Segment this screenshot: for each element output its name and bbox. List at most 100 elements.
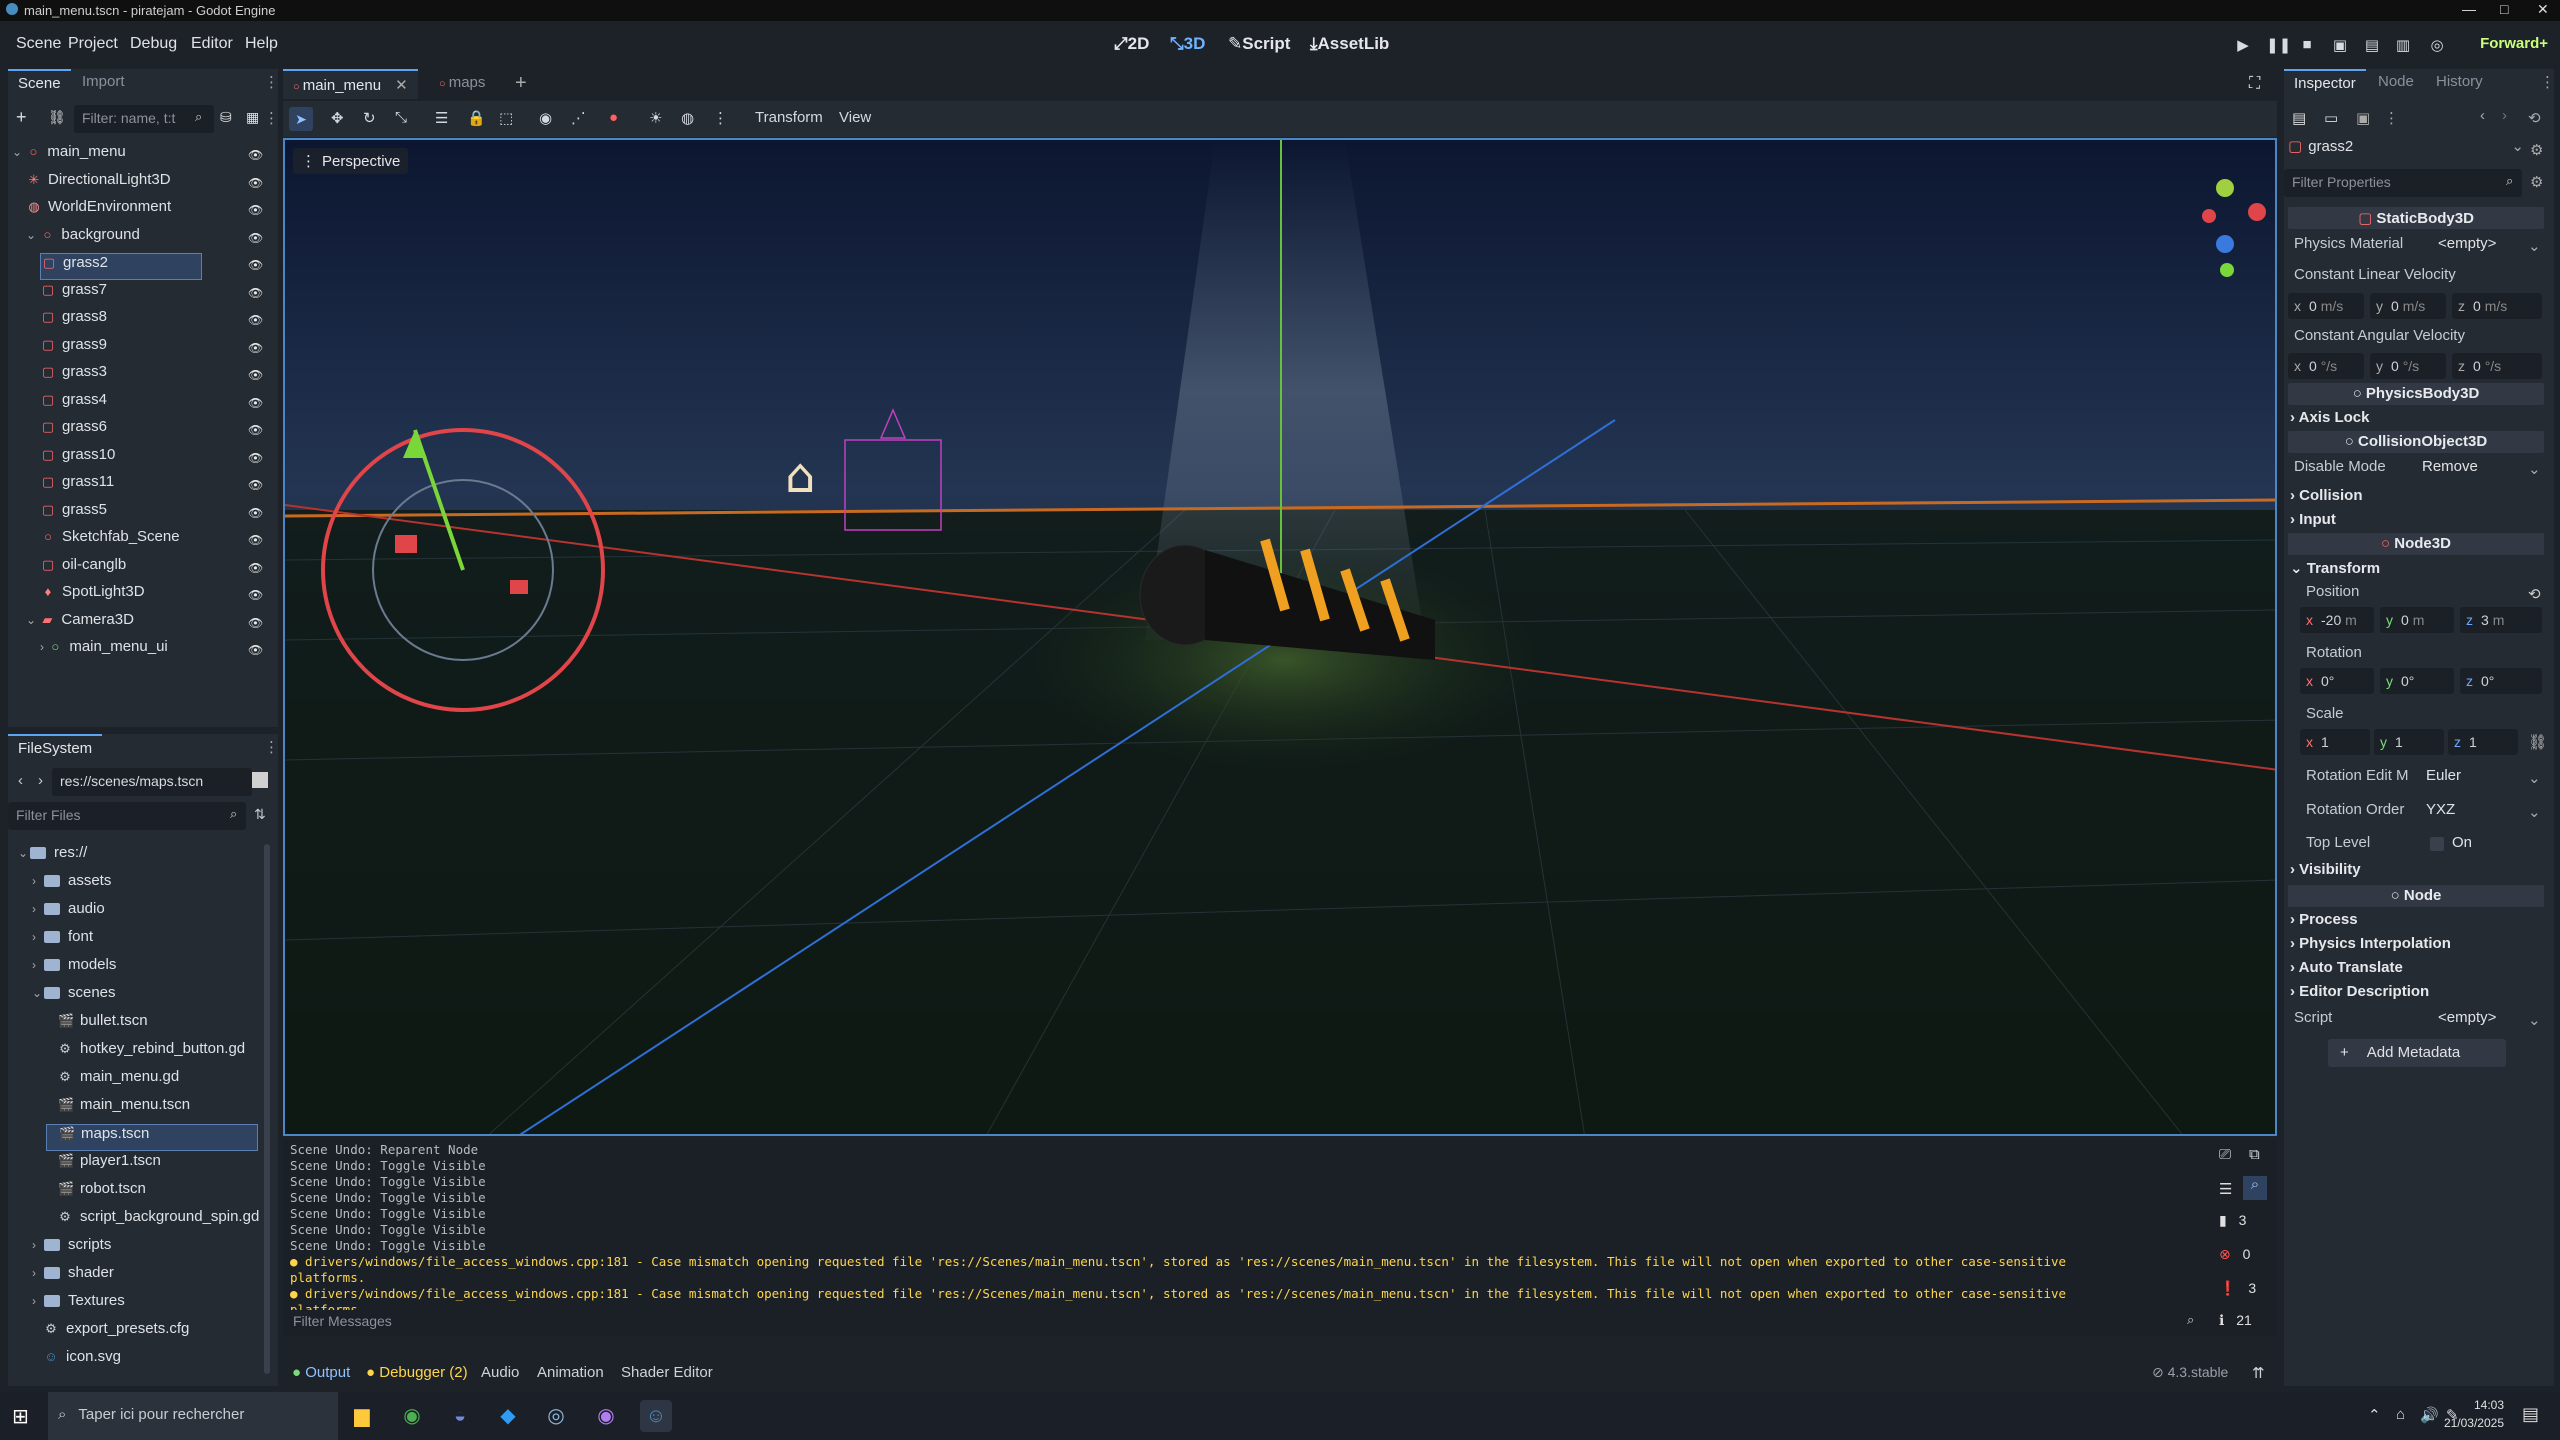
- scene-tree-item[interactable]: ▢ grass6: [40, 418, 270, 445]
- chevron-down-icon[interactable]: ⌄: [2528, 803, 2541, 821]
- section-staticbody3d[interactable]: ▢ StaticBody3D: [2288, 207, 2544, 229]
- fs-item[interactable]: › audio: [32, 900, 258, 927]
- fs-item[interactable]: › Textures: [32, 1292, 258, 1319]
- tab-scene[interactable]: Scene: [8, 69, 71, 95]
- tab-shader-editor[interactable]: Shader Editor: [621, 1364, 713, 1381]
- resource-menu-icon[interactable]: ⋮: [2384, 109, 2399, 127]
- rotation-edit-mode-select[interactable]: Euler: [2426, 767, 2461, 795]
- godot-taskbar-icon[interactable]: ☺: [640, 1400, 672, 1432]
- pause-icon[interactable]: ❚❚: [2266, 36, 2291, 54]
- chevron-down-icon[interactable]: ⌄: [2528, 237, 2541, 255]
- chevron-down-icon[interactable]: ⌄: [2528, 769, 2541, 787]
- fs-item[interactable]: ⚙ main_menu.gd: [46, 1068, 258, 1095]
- fs-item[interactable]: › scripts: [32, 1236, 258, 1263]
- fs-item[interactable]: ⌄ res://: [18, 844, 258, 871]
- stop-icon[interactable]: ■: [2298, 36, 2316, 54]
- history-back-icon[interactable]: ‹: [2480, 107, 2485, 124]
- scene-tree-item[interactable]: ✳ DirectionalLight3D: [26, 171, 270, 198]
- scene-tree-item[interactable]: › ○ main_menu_ui: [40, 638, 270, 665]
- filter-properties-input[interactable]: Filter Properties: [2284, 169, 2522, 197]
- visibility-eye-icon[interactable]: 👁: [248, 203, 263, 217]
- renderer-selector[interactable]: Forward+: [2480, 35, 2548, 52]
- scene-filter-input[interactable]: Filter: name, t:t: [74, 105, 214, 133]
- linear-y-field[interactable]: y0 m/s: [2370, 293, 2446, 319]
- section-node[interactable]: ○ Node: [2288, 885, 2544, 907]
- file-explorer-icon[interactable]: ▆: [346, 1400, 378, 1432]
- scene-menu-icon[interactable]: ⋮: [264, 109, 279, 127]
- menu-help[interactable]: Help: [245, 35, 278, 53]
- error-filter-button[interactable]: ⊗ 0: [2219, 1246, 2250, 1263]
- category-auto-translate[interactable]: › Auto Translate: [2290, 959, 2403, 976]
- section-collisionobject3d[interactable]: ○ CollisionObject3D: [2288, 431, 2544, 453]
- group-icon[interactable]: ⬚: [499, 109, 513, 127]
- clock-time[interactable]: 14:03: [2440, 1398, 2504, 1412]
- scene-tree-item[interactable]: ▢ grass8: [40, 308, 270, 335]
- scene-tree-item[interactable]: ▢ grass9: [40, 336, 270, 363]
- category-collision[interactable]: › Collision: [2290, 487, 2363, 504]
- position-y-field[interactable]: y0 m: [2380, 607, 2454, 633]
- scene-tree-item[interactable]: ♦ SpotLight3D: [40, 583, 270, 610]
- fs-item[interactable]: ⚙ hotkey_rebind_button.gd: [46, 1040, 258, 1067]
- dock-menu-icon[interactable]: ⋮: [264, 73, 279, 91]
- link-icon[interactable]: ⛓: [48, 109, 66, 126]
- fs-item[interactable]: 🎬 maps.tscn: [46, 1124, 258, 1151]
- fs-path-field[interactable]: res://scenes/maps.tscn: [52, 768, 252, 796]
- visibility-eye-icon[interactable]: 👁: [248, 643, 263, 657]
- section-physicsbody3d[interactable]: ○ PhysicsBody3D: [2288, 383, 2544, 405]
- perspective-menu[interactable]: ⋮ Perspective: [293, 148, 409, 174]
- sort-icon[interactable]: ⇅: [254, 806, 266, 823]
- environment-preview-icon[interactable]: ◍: [681, 109, 694, 127]
- tab-audio[interactable]: Audio: [481, 1364, 519, 1381]
- windows-start-icon[interactable]: ⊞: [12, 1404, 29, 1429]
- use-local-space-icon[interactable]: ◉: [539, 109, 552, 127]
- tab-history[interactable]: History: [2426, 69, 2493, 95]
- camera-override-icon[interactable]: ●: [609, 109, 618, 126]
- fs-scrollbar[interactable]: [264, 844, 270, 1374]
- category-transform[interactable]: ⌄ Transform: [2290, 559, 2380, 577]
- warning-filter-button[interactable]: ❗ 3: [2219, 1280, 2256, 1297]
- chevron-down-icon[interactable]: ⌄: [2528, 1011, 2541, 1029]
- save-resource-icon[interactable]: ▣: [2356, 109, 2370, 127]
- visibility-eye-icon[interactable]: 👁: [248, 616, 263, 630]
- scene-tree-item[interactable]: ▢ grass5: [40, 501, 270, 528]
- visibility-eye-icon[interactable]: 👁: [248, 478, 263, 492]
- 3d-viewport[interactable]: ⌂ ⋮ Perspective: [283, 138, 2277, 1136]
- fs-item[interactable]: › models: [32, 956, 258, 983]
- category-physics-interpolation[interactable]: › Physics Interpolation: [2290, 935, 2451, 952]
- section-node3d[interactable]: ○ Node3D: [2288, 533, 2544, 555]
- scene-tree-item[interactable]: ▢ grass11: [40, 473, 270, 500]
- menu-editor[interactable]: Editor: [191, 35, 233, 53]
- scene-tree-item[interactable]: ⌄ ▰ Camera3D: [26, 611, 270, 638]
- category-input[interactable]: › Input: [2290, 511, 2336, 528]
- remote-debug-icon[interactable]: ▣: [2331, 36, 2349, 54]
- tab-import[interactable]: Import: [72, 69, 135, 95]
- fs-item[interactable]: ⌄ scenes: [32, 984, 258, 1011]
- fs-item[interactable]: › shader: [32, 1264, 258, 1291]
- transform-menu[interactable]: Transform: [755, 109, 823, 126]
- scene-tree-item[interactable]: ⌄ ○ main_menu: [12, 143, 270, 170]
- visibility-eye-icon[interactable]: 👁: [248, 561, 263, 575]
- fs-item[interactable]: ★Favorites:: [18, 830, 258, 843]
- play-custom-icon[interactable]: ▥: [2394, 36, 2412, 54]
- linear-x-field[interactable]: x0 m/s: [2288, 293, 2364, 319]
- visibility-eye-icon[interactable]: 👁: [248, 506, 263, 520]
- rotation-y-field[interactable]: y 0°: [2380, 668, 2454, 694]
- play-scene-icon[interactable]: ▤: [2363, 36, 2381, 54]
- volume-icon[interactable]: 🔊: [2420, 1406, 2439, 1424]
- github-desktop-icon[interactable]: ◉: [590, 1400, 622, 1432]
- history-forward-icon[interactable]: ›: [2502, 107, 2507, 124]
- visibility-eye-icon[interactable]: 👁: [248, 231, 263, 245]
- copy-output-icon[interactable]: ⧉: [2249, 1146, 2260, 1163]
- linear-z-field[interactable]: z0 m/s: [2452, 293, 2542, 319]
- split-mode-icon[interactable]: [252, 772, 268, 788]
- preview-menu-icon[interactable]: ⋮: [713, 109, 728, 127]
- play-icon[interactable]: ▶: [2234, 36, 2252, 54]
- mode-script-button[interactable]: ✎Script: [1228, 34, 1290, 54]
- scene-tree-item[interactable]: ◍ WorldEnvironment: [26, 198, 270, 225]
- list-select-icon[interactable]: ☰: [435, 109, 448, 127]
- scale-tool-icon[interactable]: ⤡: [395, 109, 407, 126]
- scene-tree-item[interactable]: ▢ grass7: [40, 281, 270, 308]
- fs-filter-input[interactable]: Filter Files: [8, 802, 246, 830]
- visibility-eye-icon[interactable]: 👁: [248, 286, 263, 300]
- tray-arrow-icon[interactable]: ⌃: [2368, 1406, 2381, 1424]
